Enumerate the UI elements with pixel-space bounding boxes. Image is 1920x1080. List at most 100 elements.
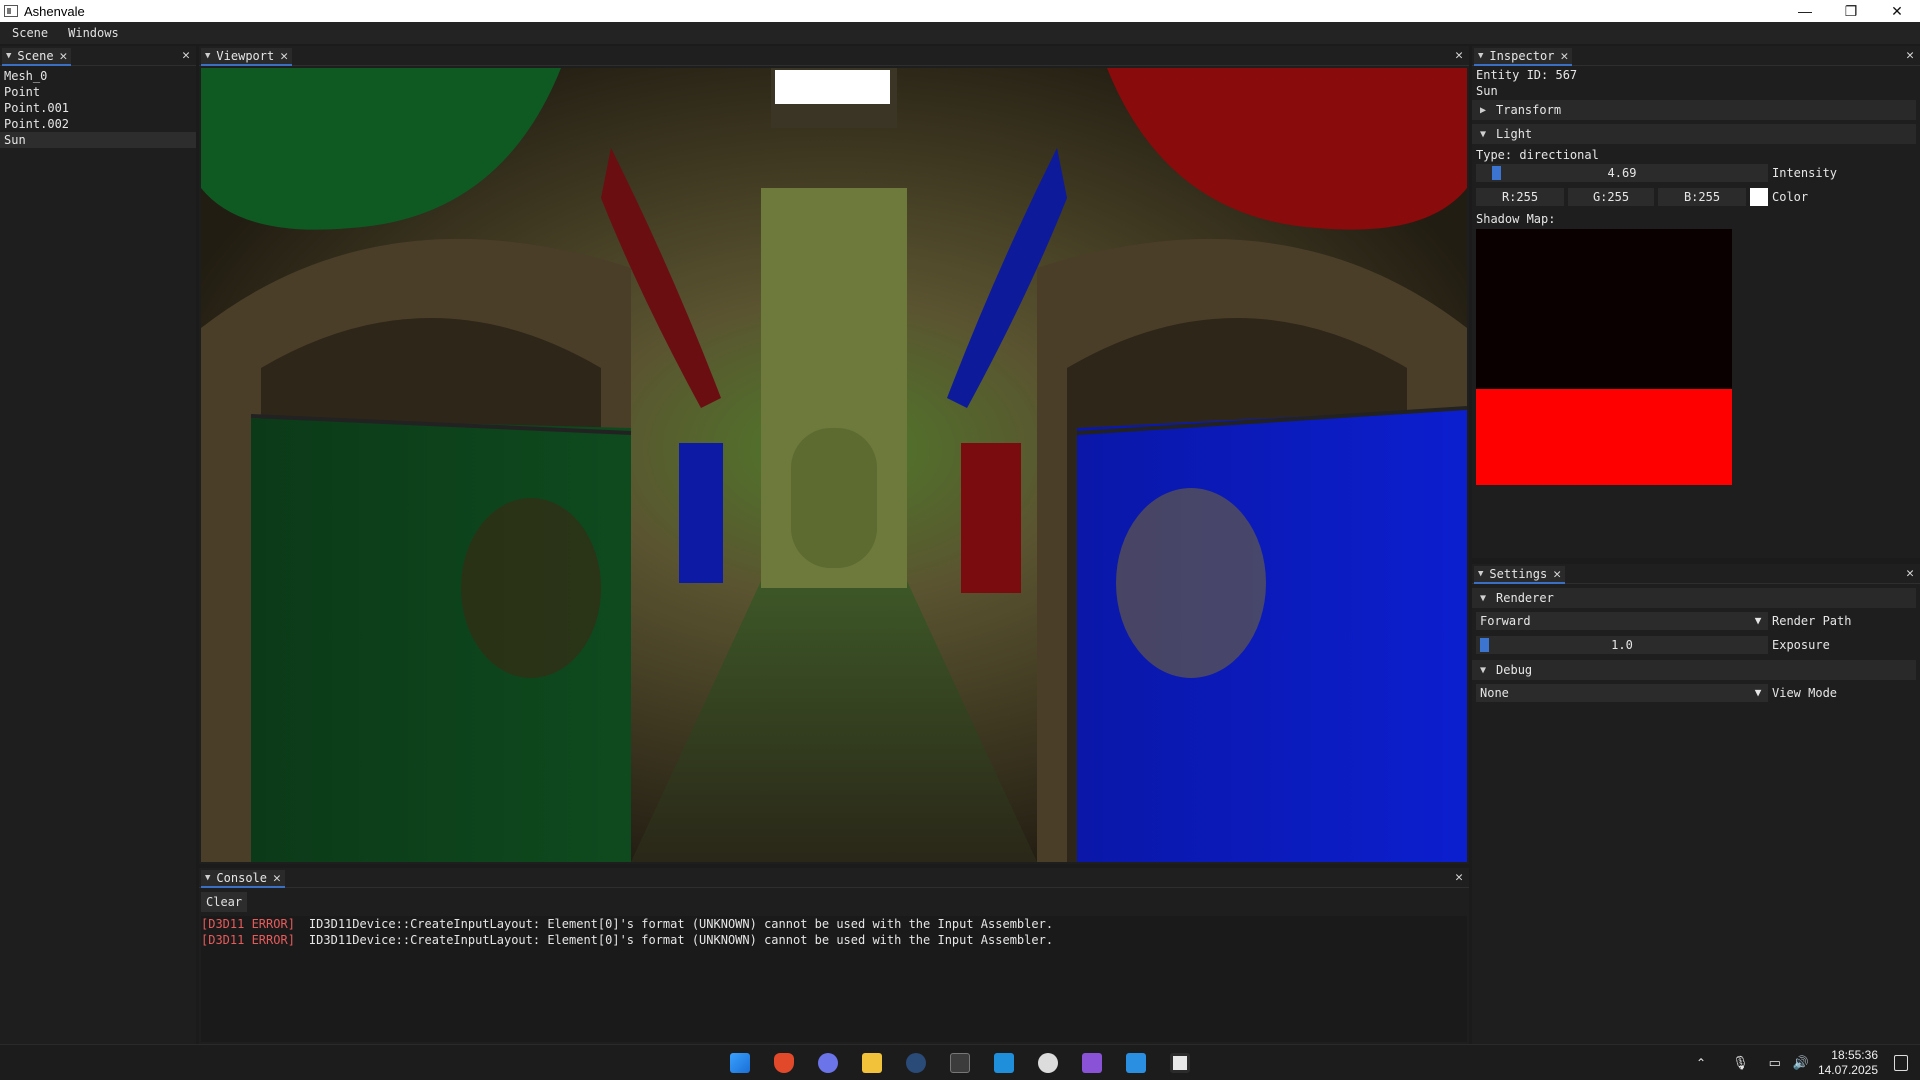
tab-close-icon[interactable]: ✕ (1553, 567, 1561, 582)
clock-time: 18:55:36 (1831, 1048, 1878, 1062)
menu-scene[interactable]: Scene (4, 26, 56, 40)
color-g-field[interactable]: G:255 (1568, 188, 1654, 206)
inspector-tabbar: ▼ Inspector ✕ ✕ (1472, 46, 1920, 66)
viewport-tabbar: ▼ Viewport ✕ ✕ (199, 46, 1469, 66)
light-type: Type: directional (1476, 148, 1599, 162)
exposure-value: 1.0 (1611, 638, 1633, 652)
ashenvale-app-icon[interactable] (1170, 1053, 1190, 1073)
color-b-field[interactable]: B:255 (1658, 188, 1746, 206)
microphone-icon[interactable]: 🎙 (1732, 1055, 1749, 1071)
tab-viewport[interactable]: ▼ Viewport ✕ (201, 48, 293, 66)
view-mode-dropdown[interactable]: None ▼ (1476, 684, 1768, 702)
tab-menu-icon[interactable]: ▼ (1478, 569, 1483, 579)
panel-close-icon[interactable]: ✕ (1455, 870, 1463, 885)
expanded-arrow-icon: ▼ (1480, 664, 1487, 676)
terminal-icon[interactable] (950, 1053, 970, 1073)
log-error-tag: [D3D11 ERROR] (201, 933, 295, 947)
scene-list: Mesh_0 Point Point.001 Point.002 Sun (0, 68, 196, 148)
tab-scene-label: Scene (17, 49, 54, 63)
debug-header-label: Debug (1496, 663, 1533, 677)
restore-button[interactable]: ❐ (1828, 0, 1874, 22)
vscode-icon[interactable] (994, 1053, 1014, 1073)
scene-item-sun[interactable]: Sun (0, 132, 196, 148)
render-path-dropdown[interactable]: Forward ▼ (1476, 612, 1768, 630)
tab-settings-label: Settings (1489, 567, 1548, 581)
file-explorer-icon[interactable] (862, 1053, 882, 1073)
paint-icon[interactable] (1126, 1053, 1146, 1073)
chrome-icon[interactable] (1038, 1053, 1058, 1073)
tab-scene[interactable]: ▼ Scene ✕ (2, 48, 72, 66)
chevron-up-icon[interactable]: ⌃ (1696, 1056, 1706, 1070)
panel-close-icon[interactable]: ✕ (1906, 566, 1914, 581)
tab-inspector-label: Inspector (1489, 49, 1555, 63)
view-mode-value: None (1480, 686, 1509, 700)
discord-icon[interactable] (818, 1053, 838, 1073)
chevron-down-icon[interactable]: ▼ (1750, 684, 1766, 702)
tab-settings[interactable]: ▼ Settings ✕ (1474, 566, 1566, 584)
clear-button[interactable]: Clear (201, 892, 248, 912)
entity-name: Sun (1476, 84, 1498, 98)
panel-close-icon[interactable]: ✕ (182, 48, 190, 63)
tab-menu-icon[interactable]: ▼ (205, 873, 210, 883)
intensity-value: 4.69 (1607, 166, 1637, 180)
scene-panel: ▼ Scene ✕ ✕ Mesh_0 Point Point.001 Point… (0, 46, 196, 1044)
color-rgb-fields: R:255 G:255 B:255 (1476, 188, 1768, 206)
scene-item-point[interactable]: Point (0, 84, 196, 100)
tab-console[interactable]: ▼ Console ✕ (201, 870, 285, 888)
start-icon[interactable] (730, 1053, 750, 1073)
tab-menu-icon[interactable]: ▼ (6, 51, 11, 61)
scene-tabbar: ▼ Scene ✕ ✕ (0, 46, 196, 66)
transform-section-header[interactable]: ▶ Transform (1472, 100, 1916, 120)
menu-bar: Scene Windows (0, 22, 1920, 44)
tab-close-icon[interactable]: ✕ (280, 49, 288, 64)
renderer-section-header[interactable]: ▼ Renderer (1472, 588, 1916, 608)
viewport-render[interactable] (201, 68, 1467, 862)
view-mode-label: View Mode (1772, 686, 1838, 700)
brave-icon[interactable] (774, 1053, 794, 1073)
panel-close-icon[interactable]: ✕ (1455, 48, 1463, 63)
log-message: ID3D11Device::CreateInputLayout: Element… (308, 917, 1054, 931)
scene-item-mesh0[interactable]: Mesh_0 (0, 68, 196, 84)
taskbar: ⌃ 🎙 ▭ 🔊 18:55:36 14.07.2025 (0, 1044, 1920, 1080)
color-swatch[interactable] (1750, 188, 1768, 206)
tab-inspector[interactable]: ▼ Inspector ✕ (1474, 48, 1573, 66)
tab-menu-icon[interactable]: ▼ (205, 51, 210, 61)
app-icon (4, 5, 18, 17)
menu-windows[interactable]: Windows (60, 26, 127, 40)
intensity-slider[interactable]: 4.69 (1476, 164, 1768, 182)
tab-menu-icon[interactable]: ▼ (1478, 51, 1483, 61)
intensity-label: Intensity (1772, 166, 1838, 180)
tab-console-label: Console (216, 871, 267, 885)
network-icon[interactable]: ▭ (1769, 1055, 1781, 1071)
expanded-arrow-icon: ▼ (1480, 128, 1487, 140)
color-r-field[interactable]: R:255 (1476, 188, 1564, 206)
visual-studio-icon[interactable] (1082, 1053, 1102, 1073)
scene-item-point001[interactable]: Point.001 (0, 100, 196, 116)
notifications-icon[interactable] (1894, 1055, 1908, 1071)
shadow-map-preview (1476, 229, 1732, 485)
minimize-button[interactable]: — (1782, 0, 1828, 22)
scene-item-point002[interactable]: Point.002 (0, 116, 196, 132)
settings-tabbar: ▼ Settings ✕ ✕ (1472, 564, 1920, 584)
log-line: [D3D11 ERROR] ID3D11Device::CreateInputLa… (201, 916, 1467, 932)
render-path-label: Render Path (1772, 614, 1852, 628)
steam-icon[interactable] (906, 1053, 926, 1073)
chevron-down-icon[interactable]: ▼ (1750, 612, 1766, 630)
tab-close-icon[interactable]: ✕ (60, 49, 68, 64)
panel-close-icon[interactable]: ✕ (1906, 48, 1914, 63)
debug-section-header[interactable]: ▼ Debug (1472, 660, 1916, 680)
window-titlebar: Ashenvale — ❐ ✕ (0, 0, 1920, 22)
tab-close-icon[interactable]: ✕ (273, 871, 281, 886)
log-error-tag: [D3D11 ERROR] (201, 917, 295, 931)
expanded-arrow-icon: ▼ (1480, 592, 1487, 604)
color-label: Color (1772, 190, 1809, 204)
light-section-header[interactable]: ▼ Light (1472, 124, 1916, 144)
taskbar-clock[interactable]: 18:55:36 14.07.2025 (1818, 1048, 1878, 1078)
console-panel: ▼ Console ✕ ✕ Clear [D3D11 ERROR] ID3D11D… (199, 868, 1469, 1044)
volume-icon[interactable]: 🔊 (1793, 1055, 1809, 1071)
tab-close-icon[interactable]: ✕ (1560, 49, 1568, 64)
close-button[interactable]: ✕ (1874, 0, 1920, 22)
shadow-map-red-region (1476, 389, 1732, 485)
exposure-slider[interactable]: 1.0 (1476, 636, 1768, 654)
tab-viewport-label: Viewport (216, 49, 275, 63)
